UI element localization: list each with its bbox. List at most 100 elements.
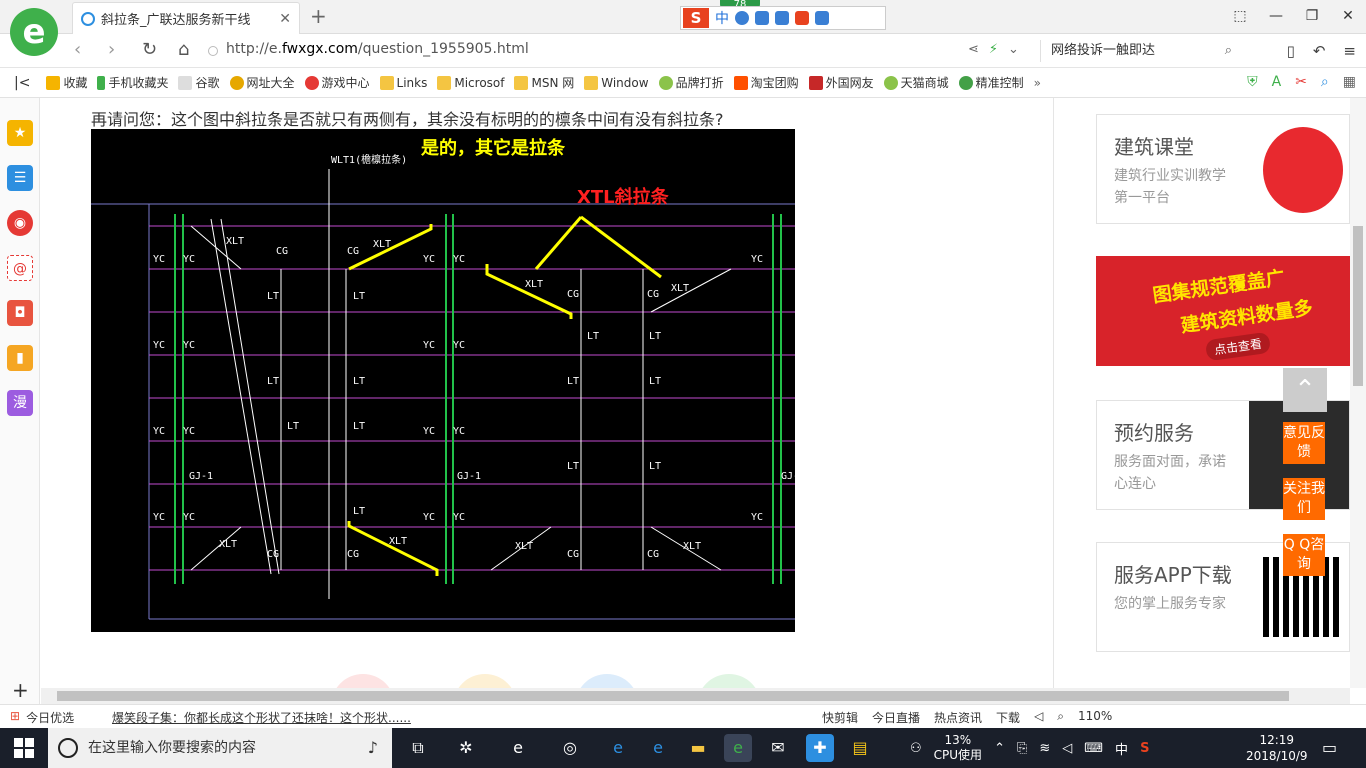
pinwheel-app-icon[interactable]: ✲ <box>452 734 480 762</box>
feedback-button[interactable]: 意见反馈 <box>1283 422 1325 464</box>
category-circle[interactable] <box>697 674 761 688</box>
search-icon[interactable]: ⌕ <box>1225 40 1232 62</box>
bookmark-icon[interactable]: ▮ <box>7 345 33 371</box>
swirl-app-icon[interactable]: ◎ <box>556 734 584 762</box>
task-view-icon[interactable]: ⧉ <box>404 734 432 762</box>
keyboard-icon[interactable]: ⌨ <box>1084 741 1103 756</box>
start-button[interactable] <box>14 738 34 758</box>
phone-icon[interactable]: ▯ <box>1287 42 1295 60</box>
bookmark-item[interactable]: 游戏中心 <box>304 74 370 91</box>
site-info-icon[interactable] <box>208 46 218 56</box>
bookmark-item[interactable]: 精准控制 <box>958 74 1024 91</box>
notification-icon[interactable]: ▭ <box>1322 738 1337 757</box>
maximize-button[interactable]: ❐ <box>1294 0 1330 32</box>
vertical-scrollbar[interactable] <box>1350 98 1366 688</box>
taskbar-search-input[interactable]: 在这里输入你要搜索的内容 ♪ <box>48 728 392 768</box>
comic-icon[interactable]: 漫 <box>7 390 33 416</box>
browser-taskbar-icon[interactable]: e <box>724 734 752 762</box>
game-icon[interactable]: ◘ <box>7 300 33 326</box>
sogou-tray-icon[interactable]: S <box>1140 741 1149 756</box>
apps-icon[interactable]: ▦ <box>1343 74 1356 90</box>
new-tab-button[interactable]: + <box>310 4 327 28</box>
scroll-thumb[interactable] <box>1353 226 1363 386</box>
banner-cta-button[interactable]: 点击查看 <box>1204 331 1272 362</box>
skin-icon[interactable] <box>795 11 809 25</box>
bookmark-folder[interactable]: Microsof <box>437 75 504 90</box>
hot-news-button[interactable]: 热点资讯 <box>934 709 982 726</box>
chevron-down-icon[interactable]: ⌄ <box>1008 42 1019 57</box>
add-panel-button[interactable]: + <box>12 678 29 702</box>
keyboard-icon[interactable] <box>775 11 789 25</box>
daily-picks[interactable]: ⊞ 今日优选 <box>10 709 74 726</box>
minimize-button[interactable]: — <box>1258 0 1294 32</box>
reload-button[interactable]: ↻ <box>142 39 157 60</box>
horizontal-scrollbar[interactable] <box>41 688 1350 704</box>
translate-icon[interactable]: A <box>1272 74 1282 90</box>
ime-lang-toggle[interactable]: 中 <box>715 8 729 28</box>
live-button[interactable]: 今日直播 <box>872 709 920 726</box>
back-button[interactable]: ‹ <box>74 39 81 60</box>
bookmark-item[interactable]: 天猫商城 <box>883 74 949 91</box>
more-bookmarks-icon[interactable]: » <box>1034 76 1041 90</box>
back-to-top-button[interactable]: ⌃ <box>1283 368 1327 412</box>
forward-button[interactable]: › <box>108 39 115 60</box>
volume-icon[interactable]: ◁ <box>1034 709 1043 726</box>
edge-icon[interactable]: e <box>604 734 632 762</box>
tab-active[interactable]: 斜拉条_广联达服务新干线 ✕ <box>72 2 300 34</box>
ime-lang-indicator[interactable]: 中 <box>1115 739 1128 758</box>
news-icon[interactable]: ☰ <box>7 165 33 191</box>
favorites-icon[interactable]: ★ <box>7 120 33 146</box>
shield-icon[interactable]: ⛨ <box>1247 74 1258 90</box>
bookmark-item[interactable]: 品牌打折 <box>658 74 724 91</box>
bookmark-folder[interactable]: MSN 网 <box>514 74 574 91</box>
network-icon[interactable]: ⎘ <box>1017 741 1027 756</box>
qq-consult-button[interactable]: Q Q咨询 <box>1283 534 1325 576</box>
edge-legacy-icon[interactable]: e <box>504 734 532 762</box>
category-circle[interactable] <box>331 674 395 688</box>
url-field[interactable]: http://e.fwxgx.com/question_1955905.html <box>226 41 529 57</box>
cpu-meter[interactable]: 13% CPU使用 <box>934 733 982 763</box>
zoom-level[interactable]: 110% <box>1078 709 1112 726</box>
ie-icon[interactable]: e <box>644 734 672 762</box>
chevron-up-icon[interactable]: ⌃ <box>994 741 1005 756</box>
follow-us-button[interactable]: 关注我们 <box>1283 478 1325 520</box>
mail-icon[interactable]: @ <box>7 255 33 281</box>
quick-clip-button[interactable]: 快剪辑 <box>822 709 858 726</box>
category-circle[interactable] <box>453 674 517 688</box>
bookmark-item[interactable]: 收藏 <box>46 74 87 91</box>
close-window-button[interactable]: ✕ <box>1330 0 1366 32</box>
notes-app-icon[interactable]: ▤ <box>846 734 874 762</box>
emoji-icon[interactable] <box>735 11 749 25</box>
bookmark-item[interactable]: 网址大全 <box>229 74 295 91</box>
bookmark-item[interactable]: 淘宝团购 <box>733 74 799 91</box>
app-blue-icon[interactable]: ✚ <box>806 734 834 762</box>
people-icon[interactable]: ⚇ <box>910 741 922 756</box>
scissors-icon[interactable]: ✂ <box>1295 74 1307 90</box>
menu-icon[interactable]: ≡ <box>1343 42 1356 60</box>
bookmark-item[interactable]: 外国网友 <box>808 74 874 91</box>
file-explorer-icon[interactable]: ▬ <box>684 734 712 762</box>
scroll-thumb[interactable] <box>57 691 1289 701</box>
lightning-icon[interactable]: ⚡ <box>989 42 998 57</box>
bookmark-item[interactable]: 手机收藏夹 <box>97 74 168 91</box>
zoom-icon[interactable]: ⌕ <box>1057 709 1064 726</box>
bookmark-item[interactable]: 谷歌 <box>178 74 220 91</box>
weibo-icon[interactable]: ◉ <box>7 210 33 236</box>
mail-icon[interactable]: ✉ <box>764 734 792 762</box>
download-button[interactable]: 下载 <box>996 709 1020 726</box>
system-clock[interactable]: 12:19 2018/10/9 <box>1246 732 1308 764</box>
wifi-icon[interactable]: ≋ <box>1039 741 1050 756</box>
wrench-icon[interactable] <box>815 11 829 25</box>
sogou-logo-icon[interactable]: S <box>683 8 709 28</box>
pin-icon[interactable]: ⬚ <box>1222 0 1258 32</box>
category-circle[interactable] <box>575 674 639 688</box>
microphone-icon[interactable] <box>755 11 769 25</box>
home-button[interactable]: ⌂ <box>178 39 189 60</box>
close-tab-icon[interactable]: ✕ <box>279 11 291 27</box>
share-icon[interactable]: ⋖ <box>968 42 979 57</box>
bookmark-folder[interactable]: Window <box>584 75 649 90</box>
microphone-icon[interactable]: ♪ <box>368 728 378 768</box>
sidebar-toggle-icon[interactable]: |< <box>14 75 30 91</box>
promo-banner[interactable]: 图集规范覆盖广 建筑资料数量多 点击查看 <box>1096 256 1350 366</box>
promo-card-course[interactable]: 建筑课堂 建筑行业实训教学第一平台 <box>1096 114 1350 224</box>
